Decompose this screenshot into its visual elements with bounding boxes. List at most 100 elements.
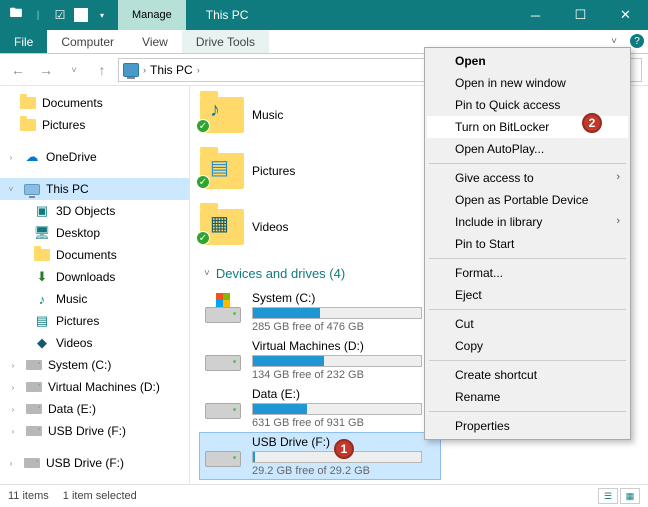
drive-item[interactable]: System (C:)285 GB free of 476 GB <box>200 289 440 335</box>
qat-dropdown-icon[interactable]: ▾ <box>94 7 110 23</box>
nav-item-data-e[interactable]: ›Data (E:) <box>0 398 189 420</box>
nav-item-music[interactable]: ♪Music <box>0 288 189 310</box>
folder-icon <box>34 249 50 261</box>
qat-properties-icon[interactable]: ☑ <box>52 7 68 23</box>
nav-item-onedrive[interactable]: ›☁OneDrive <box>0 146 189 168</box>
expand-icon[interactable]: › <box>6 153 16 162</box>
drive-item[interactable]: USB Drive (F:)29.2 GB free of 29.2 GB <box>200 433 440 479</box>
ctx-copy[interactable]: Copy <box>427 335 628 357</box>
ctx-create-shortcut[interactable]: Create shortcut <box>427 364 628 386</box>
ctx-separator <box>429 309 626 310</box>
thispc-icon <box>123 63 139 77</box>
nav-recent-dropdown[interactable]: ˅ <box>62 58 86 82</box>
nav-item-system-c[interactable]: ›System (C:) <box>0 354 189 376</box>
ctx-separator <box>429 411 626 412</box>
ctx-rename[interactable]: Rename <box>427 386 628 408</box>
ctx-open-new-window[interactable]: Open in new window <box>427 72 628 94</box>
ctx-pin-start[interactable]: Pin to Start <box>427 233 628 255</box>
sync-check-icon: ✓ <box>196 175 210 189</box>
maximize-button[interactable]: ☐ <box>558 0 603 30</box>
nav-item-documents2[interactable]: Documents <box>0 244 189 266</box>
view-details-button[interactable]: ☰ <box>598 488 618 504</box>
folder-label: Pictures <box>252 164 295 178</box>
chevron-right-icon[interactable]: › <box>197 65 200 75</box>
drive-item[interactable]: Data (E:) 631 GB free of 931 GB <box>200 385 440 431</box>
expand-icon[interactable]: › <box>8 383 18 392</box>
folder-icon <box>20 97 36 109</box>
qat-newfolder-icon[interactable] <box>74 8 88 22</box>
ctx-eject[interactable]: Eject <box>427 284 628 306</box>
nav-item-desktop[interactable]: 🖥Desktop <box>0 222 189 244</box>
view-switcher: ☰ ▦ <box>598 488 640 504</box>
expand-icon[interactable]: › <box>8 427 18 436</box>
view-large-button[interactable]: ▦ <box>620 488 640 504</box>
nav-item-vm-d[interactable]: ›Virtual Machines (D:) <box>0 376 189 398</box>
thispc-icon <box>24 184 40 195</box>
sync-check-icon: ✓ <box>196 119 210 133</box>
onedrive-icon: ☁ <box>24 149 40 165</box>
status-selection: 1 item selected <box>63 490 137 502</box>
drive-name: Data (E:) <box>252 387 436 401</box>
drive-icon <box>26 382 42 392</box>
capacity-bar <box>252 307 422 319</box>
nav-back-button[interactable]: ← <box>6 58 30 82</box>
collapse-icon[interactable]: ˅ <box>6 185 16 194</box>
capacity-bar <box>252 403 422 415</box>
folder-tile-music[interactable]: ♪✓ Music <box>200 90 340 140</box>
tab-file[interactable]: File <box>0 30 47 53</box>
ctx-pin-quick-access[interactable]: Pin to Quick access <box>427 94 628 116</box>
drive-item[interactable]: Virtual Machines (D:)134 GB free of 232 … <box>200 337 440 383</box>
ctx-separator <box>429 360 626 361</box>
drive-free-text: 29.2 GB free of 29.2 GB <box>252 465 436 477</box>
nav-item-documents[interactable]: Documents <box>0 92 189 114</box>
manage-label: Manage <box>132 9 172 22</box>
navigation-pane[interactable]: Documents Pictures ›☁OneDrive ˅This PC ▣… <box>0 86 190 484</box>
nav-item-3dobjects[interactable]: ▣3D Objects <box>0 200 189 222</box>
nav-item-pictures2[interactable]: ▤Pictures <box>0 310 189 332</box>
expand-icon[interactable]: › <box>8 361 18 370</box>
ctx-open-autoplay[interactable]: Open AutoPlay... <box>427 138 628 160</box>
ctx-properties[interactable]: Properties <box>427 415 628 437</box>
drive-free-text: 631 GB free of 931 GB <box>252 417 436 429</box>
nav-item-usb-f[interactable]: ›USB Drive (F:) <box>0 420 189 442</box>
expand-icon[interactable]: › <box>6 459 16 468</box>
nav-up-button[interactable]: ↑ <box>90 58 114 82</box>
drive-icon <box>204 339 242 371</box>
music-icon: ♪ <box>210 99 220 122</box>
chevron-right-icon[interactable]: › <box>143 65 146 75</box>
tab-drive-tools[interactable]: Drive Tools <box>182 30 269 53</box>
nav-item-videos[interactable]: ◆Videos <box>0 332 189 354</box>
music-icon: ♪ <box>34 291 50 307</box>
folder-tile-pictures[interactable]: ▤✓ Pictures <box>200 146 340 196</box>
nav-item-pictures[interactable]: Pictures <box>0 114 189 136</box>
nav-item-downloads[interactable]: ⬇Downloads <box>0 266 189 288</box>
minimize-button[interactable]: ─ <box>513 0 558 30</box>
windows-drive-icon <box>204 291 242 323</box>
drive-icon <box>204 387 242 419</box>
nav-item-thispc[interactable]: ˅This PC <box>0 178 189 200</box>
ribbon-contextual-manage[interactable]: Manage <box>118 0 186 30</box>
drive-icon <box>204 435 242 467</box>
ctx-open[interactable]: Open <box>427 50 628 72</box>
window-title: This PC <box>186 0 513 30</box>
capacity-bar <box>252 355 422 367</box>
nav-item-usb-f-removable[interactable]: ›USB Drive (F:) <box>0 452 189 474</box>
ctx-open-portable[interactable]: Open as Portable Device <box>427 189 628 211</box>
pictures-icon: ▤ <box>210 155 229 180</box>
breadcrumb-loc[interactable]: This PC <box>150 63 193 77</box>
close-button[interactable]: ✕ <box>603 0 648 30</box>
expand-icon[interactable]: › <box>8 405 18 414</box>
ctx-cut[interactable]: Cut <box>427 313 628 335</box>
tab-computer[interactable]: Computer <box>47 30 128 53</box>
videos-icon: ▦ <box>210 211 229 236</box>
ctx-give-access[interactable]: Give access to› <box>427 167 628 189</box>
ctx-include-library[interactable]: Include in library› <box>427 211 628 233</box>
folder-tile-videos[interactable]: ▦✓ Videos <box>200 202 340 252</box>
ctx-format[interactable]: Format... <box>427 262 628 284</box>
status-item-count: 11 items <box>8 490 49 502</box>
tab-view[interactable]: View <box>128 30 182 53</box>
nav-forward-button[interactable]: → <box>34 58 58 82</box>
drive-icon <box>26 426 42 436</box>
desktop-icon: 🖥 <box>34 225 50 241</box>
status-bar: 11 items 1 item selected ☰ ▦ <box>0 484 648 507</box>
